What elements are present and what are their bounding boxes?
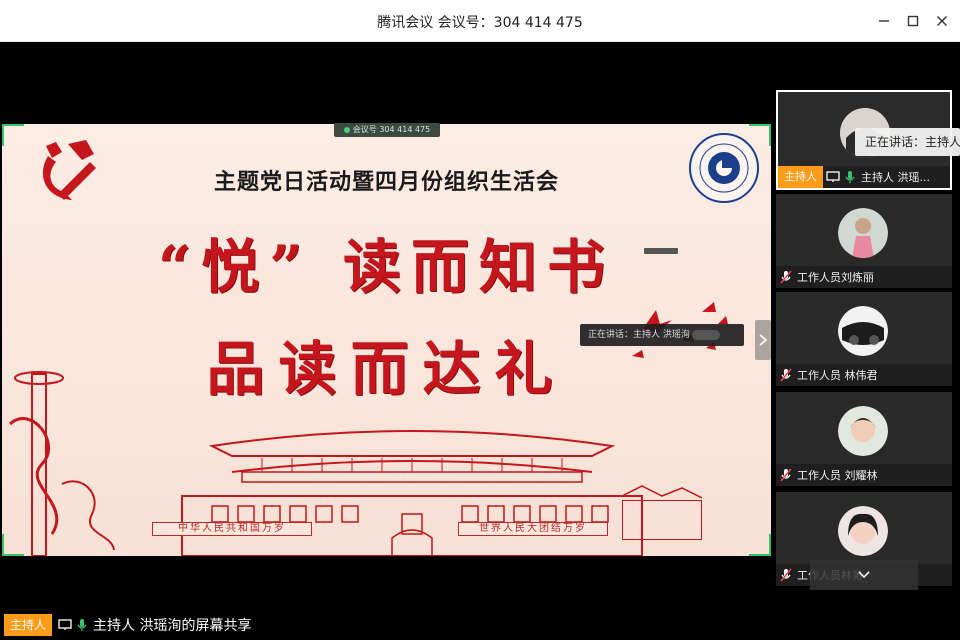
mic-on-icon bbox=[75, 618, 89, 632]
avatar bbox=[838, 406, 888, 456]
avatar bbox=[838, 506, 888, 556]
participant-tile[interactable]: 工作人员刘炼丽 bbox=[776, 194, 952, 288]
banner-left: 中华人民共和国万岁 bbox=[152, 522, 312, 536]
slide-title: 主题党日活动暨四月份组织生活会 bbox=[213, 169, 559, 195]
avatar bbox=[838, 208, 888, 258]
speaking-popup: 正在讲话：主持人 洪 bbox=[855, 128, 960, 156]
participant-name: 主持人 洪瑶... bbox=[861, 171, 930, 184]
mini-toolbar-handle bbox=[644, 248, 678, 254]
screen-share-icon bbox=[826, 170, 840, 184]
participant-name-bar: 工作人员 刘耀林 bbox=[776, 464, 952, 486]
frame-corner-bl bbox=[2, 534, 24, 556]
participant-name-bar: 主持人 主持人 洪瑶... bbox=[778, 166, 950, 188]
screen-share-status: 主持人 主持人 洪瑶洵的屏幕共享 bbox=[4, 614, 251, 636]
frame-corner-tr bbox=[749, 124, 771, 146]
mini-speaking-indicator: 正在讲话：主持人 洪瑶洵 bbox=[580, 324, 744, 346]
volume-dots-icon bbox=[692, 330, 720, 340]
frame-corner-tl bbox=[2, 124, 24, 146]
participant-name-bar: 工作人员 林伟君 bbox=[776, 364, 952, 386]
scroll-down-button[interactable] bbox=[810, 560, 918, 590]
participant-name: 工作人员 林伟君 bbox=[797, 369, 878, 382]
maximize-icon bbox=[907, 15, 919, 27]
participant-tile[interactable]: 工作人员 林伟君 bbox=[776, 292, 952, 386]
maximize-button[interactable] bbox=[902, 10, 924, 32]
avatar bbox=[838, 306, 888, 356]
meeting-id-pill: 会议号 304 414 475 bbox=[334, 123, 440, 137]
participant-name: 工作人员 刘耀林 bbox=[797, 469, 878, 482]
mic-muted-icon bbox=[779, 270, 793, 284]
chevron-down-icon bbox=[858, 571, 870, 579]
frame-corner-br bbox=[749, 534, 771, 556]
huabiao-pillar-icon bbox=[8, 371, 115, 556]
banner-right: 世界人民大团结万岁 bbox=[458, 522, 608, 536]
close-button[interactable] bbox=[931, 10, 953, 32]
mic-muted-icon bbox=[779, 568, 793, 582]
minimize-button[interactable] bbox=[873, 10, 895, 32]
host-badge: 主持人 bbox=[4, 614, 53, 636]
participant-name-bar: 工作人员刘炼丽 bbox=[776, 266, 952, 288]
window-title: 腾讯会议 会议号：304 414 475 bbox=[377, 15, 583, 31]
screen-share-label: 主持人 洪瑶洵的屏幕共享 bbox=[93, 618, 252, 634]
participant-panel: 主持人 主持人 洪瑶... 工作人员刘炼丽 工作人员 林伟君 工作人员 刘耀林 bbox=[776, 90, 952, 590]
chevron-right-icon bbox=[759, 334, 767, 346]
participant-tile[interactable]: 工作人员 刘耀林 bbox=[776, 392, 952, 486]
expand-panel-button[interactable] bbox=[755, 320, 771, 360]
small-building-right bbox=[622, 500, 702, 540]
shared-screen[interactable]: 主题党日活动暨四月份组织生活会 “悦” 读而知书 品读而达礼 中华人民共和国万岁… bbox=[2, 124, 771, 556]
slide-headline-1: “悦” 读而知书 bbox=[158, 233, 615, 301]
recording-dot-icon bbox=[343, 126, 350, 133]
host-badge: 主持人 bbox=[778, 166, 823, 188]
minimize-icon bbox=[879, 20, 889, 22]
title-bar: 腾讯会议 会议号：304 414 475 bbox=[0, 0, 960, 42]
participant-name: 工作人员刘炼丽 bbox=[797, 271, 874, 284]
close-icon bbox=[937, 16, 947, 26]
mic-on-icon bbox=[843, 170, 857, 184]
mic-muted-icon bbox=[779, 468, 793, 482]
screen-share-icon bbox=[58, 618, 72, 632]
mic-muted-icon bbox=[779, 368, 793, 382]
